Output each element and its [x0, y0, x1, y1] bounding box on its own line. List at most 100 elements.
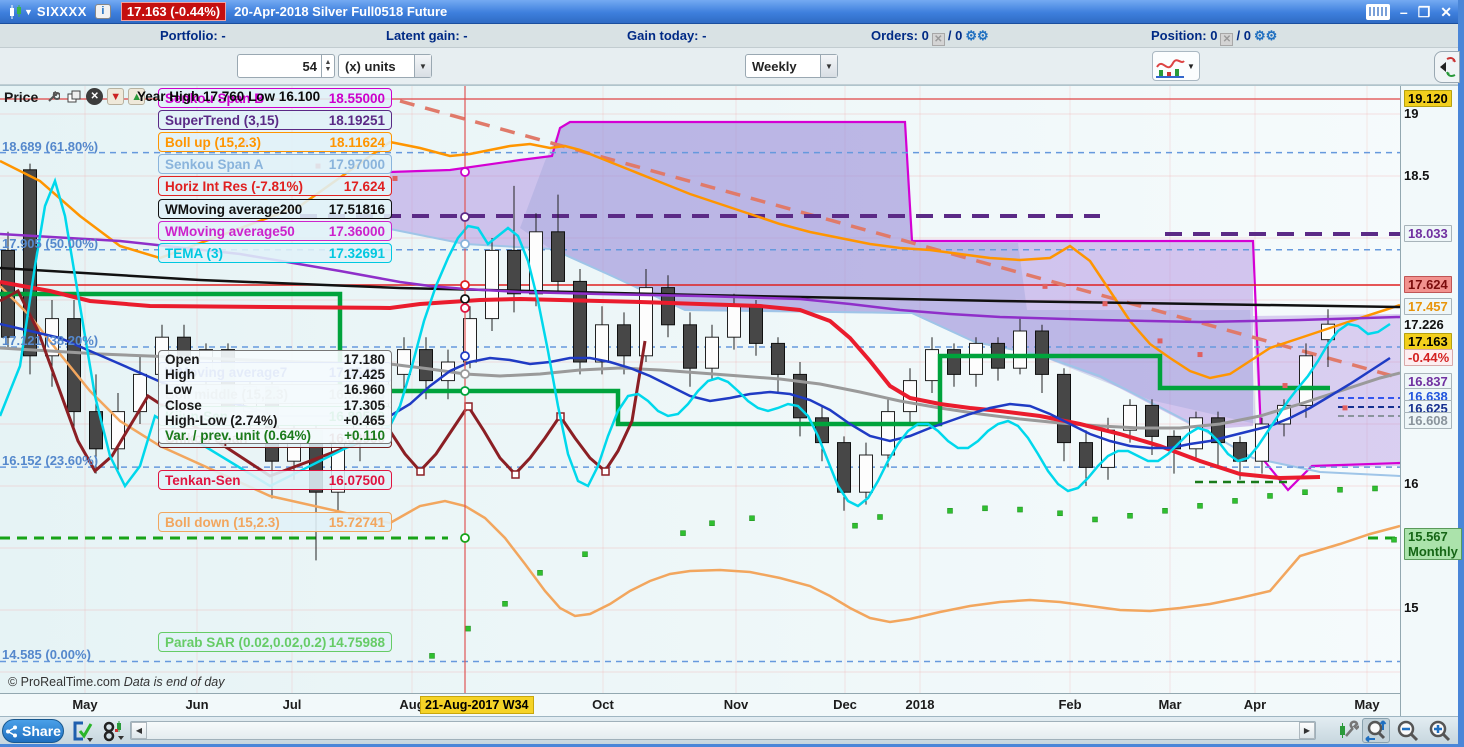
- candle[interactable]: [771, 337, 785, 393]
- indicator-value: 16.07500: [328, 472, 385, 488]
- price-axis-tick: 16.608: [1404, 412, 1452, 429]
- indicator-label[interactable]: SuperTrend (3,15) 18.19251: [158, 110, 392, 130]
- indicator-name: Tenkan-Sen: [165, 472, 241, 488]
- timeframe-select[interactable]: Weekly ▼: [745, 54, 838, 78]
- chart-settings-button[interactable]: [1334, 718, 1362, 743]
- units-mode-select[interactable]: (x) units ▼: [338, 54, 432, 78]
- price-axis-tick: 17.163: [1404, 333, 1452, 350]
- candle[interactable]: [969, 337, 983, 387]
- app-window: ▼ SIXXXX i 17.163 (-0.44%) 20-Apr-2018 S…: [0, 0, 1464, 747]
- time-axis-tick: Oct: [592, 697, 614, 712]
- close-button[interactable]: ✕: [1440, 4, 1452, 20]
- chart-style-button[interactable]: ▼: [1152, 51, 1200, 81]
- indicator-label[interactable]: TEMA (3) 17.32691: [158, 243, 392, 263]
- ohlc-row: Var. / prev. unit (0.64%) +0.110: [165, 428, 385, 444]
- candle[interactable]: [925, 337, 939, 393]
- indicator-value: 18.55000: [328, 90, 385, 106]
- crosshair-date-badge: 21-Aug-2017 W34: [420, 696, 534, 714]
- price-axis-tick: 15: [1404, 600, 1419, 615]
- gain-today-field: Gain today: -: [627, 28, 707, 43]
- candle[interactable]: [881, 399, 895, 468]
- price-axis-tick: 15.567 Monthly: [1404, 528, 1462, 560]
- candle[interactable]: [595, 306, 609, 375]
- collapse-panel-button[interactable]: [1434, 51, 1460, 83]
- candle[interactable]: [485, 238, 499, 331]
- close-position-icon[interactable]: ✕: [1220, 33, 1234, 46]
- close-pane-icon[interactable]: ✕: [86, 88, 104, 105]
- orders-settings-gear-icon[interactable]: ⚙⚙: [965, 28, 988, 43]
- price-axis-tick: -0.44%: [1404, 349, 1454, 366]
- price-axis-tick: 16: [1404, 476, 1419, 491]
- zoom-selection-button[interactable]: [1362, 718, 1390, 743]
- link-charts-button[interactable]: [100, 719, 126, 743]
- indicator-label[interactable]: Boll up (15,2.3) 18.11624: [158, 132, 392, 152]
- wrench-icon[interactable]: [44, 88, 61, 105]
- indicator-label[interactable]: Boll down (15,2.3) 15.72741: [158, 512, 392, 532]
- time-axis-tick: 2018: [905, 697, 935, 712]
- scrollbar-thumb[interactable]: [147, 722, 1299, 739]
- keyboard-icon[interactable]: [1365, 3, 1390, 20]
- indicator-name: Senkou Span A: [165, 156, 264, 172]
- scroll-left-icon[interactable]: ◀: [131, 722, 147, 739]
- candle[interactable]: [1057, 368, 1071, 462]
- chevron-down-icon[interactable]: ▼: [414, 55, 431, 77]
- cancel-orders-icon[interactable]: ✕: [931, 33, 945, 46]
- indicator-name: Boll down (15,2.3): [165, 514, 280, 530]
- indicator-name: SuperTrend (3,15): [165, 112, 280, 128]
- candle[interactable]: [1079, 430, 1093, 486]
- price-chart-pane[interactable]: Price ✕ ▼ ▲ Year High 17.760 Low 16.100 …: [0, 85, 1462, 717]
- indicator-label[interactable]: WMoving average50 17.36000: [158, 221, 392, 241]
- ohlc-row: Low 16.960: [165, 382, 385, 398]
- time-axis-tick: Jun: [185, 697, 209, 712]
- indicator-name: WMoving average200: [165, 201, 303, 217]
- latent-gain-field: Latent gain: -: [386, 28, 468, 43]
- duplicate-pane-icon[interactable]: [65, 88, 82, 105]
- candle[interactable]: [1189, 411, 1203, 462]
- indicator-label[interactable]: Senkou Span A 17.97000: [158, 154, 392, 174]
- indicator-value: 17.36000: [328, 223, 385, 239]
- fib-level-label: 14.585 (0.00%): [2, 647, 91, 662]
- candle[interactable]: [1035, 324, 1049, 393]
- share-button[interactable]: Share: [2, 719, 64, 743]
- units-count-value: 54: [302, 58, 317, 74]
- minimize-button[interactable]: –: [1400, 4, 1408, 20]
- instrument-dropdown-caret[interactable]: ▼: [24, 7, 33, 17]
- units-count-spinner[interactable]: 54 ▲ ▼: [237, 54, 335, 78]
- price-axis-tick: 16.837: [1404, 373, 1452, 390]
- candle[interactable]: [683, 312, 697, 387]
- candle[interactable]: [133, 355, 147, 424]
- chevron-down-icon[interactable]: ▼: [820, 55, 837, 77]
- chevron-down-icon[interactable]: ▼: [1187, 62, 1195, 71]
- maximize-button[interactable]: ❐: [1418, 4, 1431, 20]
- indicator-label[interactable]: Horiz Int Res (-7.81%) 17.624: [158, 176, 392, 196]
- horizontal-scrollbar[interactable]: ◀ ▶: [130, 721, 1316, 740]
- price-change-badge: 17.163 (-0.44%): [120, 2, 227, 21]
- pane-title: Price: [4, 88, 39, 105]
- instrument-name[interactable]: SIXXXX: [37, 4, 87, 19]
- screenshot-validate-button[interactable]: [70, 719, 96, 743]
- zoom-out-button[interactable]: [1394, 718, 1422, 743]
- move-pane-down-icon[interactable]: ▼: [107, 88, 125, 105]
- candle[interactable]: [991, 337, 1005, 381]
- scroll-right-icon[interactable]: ▶: [1299, 722, 1315, 739]
- share-icon: [6, 725, 18, 737]
- indicator-label[interactable]: WMoving average200 17.51816: [158, 199, 392, 219]
- indicator-name: TEMA (3): [165, 245, 223, 261]
- info-icon[interactable]: i: [94, 4, 111, 19]
- position-settings-gear-icon[interactable]: ⚙⚙: [1254, 28, 1277, 43]
- time-axis[interactable]: 21-Aug-2017 W34 May Jun Jul Aug Oct Nov Dec 201…: [0, 693, 1400, 717]
- indicator-label[interactable]: Tenkan-Sen 16.07500: [158, 470, 392, 490]
- price-axis[interactable]: 19.120 19 18.5 18.033 17.624 17.457 17.226 17.1…: [1400, 86, 1462, 717]
- zoom-in-button[interactable]: [1426, 718, 1454, 743]
- units-mode-value: (x) units: [345, 58, 396, 74]
- time-axis-tick: May: [72, 697, 98, 712]
- price-axis-tick: 18.5: [1404, 168, 1430, 183]
- year-high-low-note: Year High 17.760 Low 16.100: [137, 89, 321, 104]
- indicator-label[interactable]: Parab SAR (0.02,0.02,0.2) 14.75988: [158, 632, 392, 652]
- copyright-note: © ProRealTime.com Data is end of day: [8, 675, 225, 689]
- spinner-arrows[interactable]: ▲ ▼: [321, 55, 334, 77]
- fib-level-label: 17.121 (38.20%): [2, 333, 99, 348]
- ohlc-row: Open 17.180: [165, 352, 385, 367]
- time-axis-tick: Nov: [723, 697, 749, 712]
- candle[interactable]: [947, 343, 961, 387]
